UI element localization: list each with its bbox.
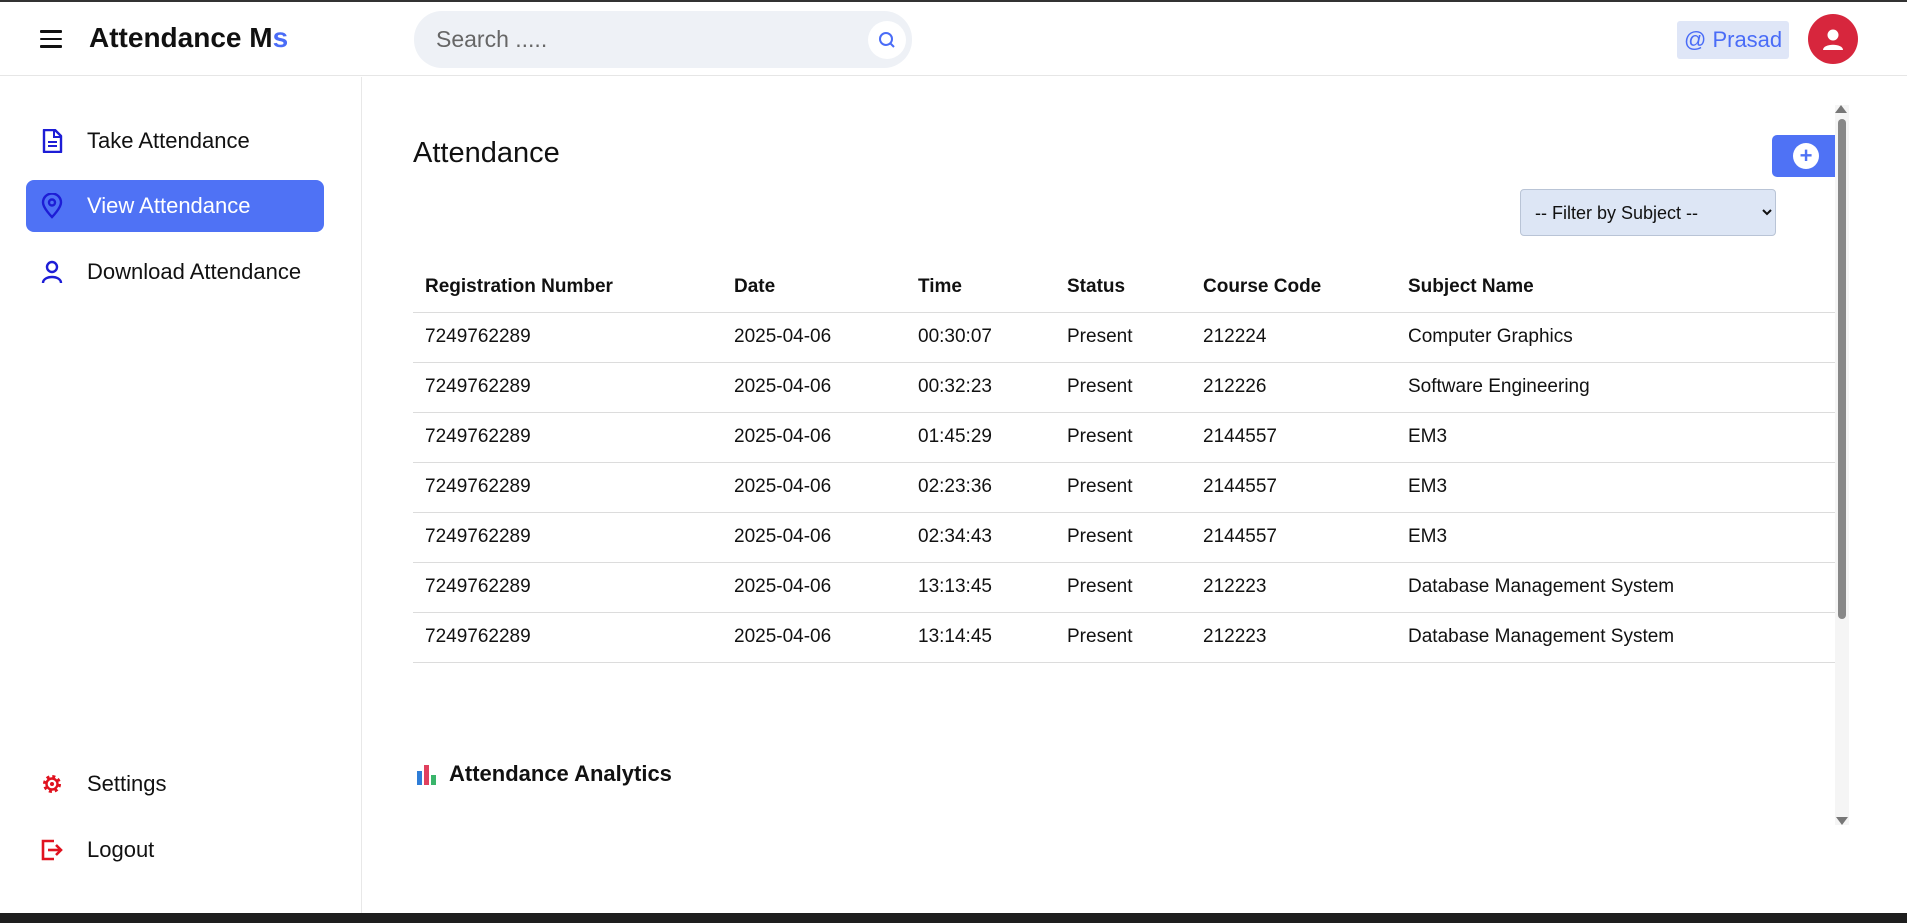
sidebar-item-download-attendance[interactable]: Download Attendance (26, 246, 324, 298)
cell-status: Present (1055, 562, 1191, 613)
cell-subject-name: EM3 (1396, 512, 1840, 563)
table-row: 7249762289 2025-04-06 00:32:23 Present 2… (413, 362, 1840, 413)
cell-subject-name: Database Management System (1396, 612, 1840, 663)
cell-subject-name: Database Management System (1396, 562, 1840, 613)
cell-status: Present (1055, 412, 1191, 463)
bar-chart-icon (417, 763, 439, 785)
sidebar-item-label: Download Attendance (87, 259, 302, 284)
cell-course-code: 2144557 (1191, 462, 1396, 513)
scroll-down-arrow-icon[interactable] (1836, 817, 1848, 825)
cell-status: Present (1055, 512, 1191, 563)
cell-date: 2025-04-06 (722, 312, 906, 363)
sidebar-item-take-attendance[interactable]: Take Attendance (26, 115, 324, 167)
sidebar: Take Attendance View Attendance Download… (0, 77, 362, 913)
plus-icon: + (1793, 143, 1819, 169)
cell-course-code: 212224 (1191, 312, 1396, 363)
sidebar-item-label: Take Attendance (87, 128, 250, 153)
subject-filter-select[interactable]: -- Filter by Subject -- (1520, 189, 1776, 236)
cell-registration-number: 7249762289 (413, 612, 722, 663)
column-header-course-code: Course Code (1191, 262, 1396, 313)
gear-icon (40, 772, 64, 796)
user-silhouette-icon (1823, 29, 1843, 50)
table-row: 7249762289 2025-04-06 02:23:36 Present 2… (413, 462, 1840, 513)
cell-time: 13:14:45 (906, 612, 1055, 663)
sidebar-item-settings[interactable]: Settings (26, 758, 324, 810)
user-avatar[interactable] (1808, 14, 1858, 64)
add-attendance-button[interactable]: + (1772, 135, 1840, 177)
cell-registration-number: 7249762289 (413, 512, 722, 563)
cell-course-code: 212223 (1191, 562, 1396, 613)
location-pin-icon (40, 193, 64, 219)
main-content: Attendance + -- Filter by Subject -- Reg… (363, 77, 1907, 913)
cell-registration-number: 7249762289 (413, 362, 722, 413)
table-row: 7249762289 2025-04-06 13:13:45 Present 2… (413, 562, 1840, 613)
document-icon (40, 129, 64, 153)
table-row: 7249762289 2025-04-06 00:30:07 Present 2… (413, 312, 1840, 363)
cell-registration-number: 7249762289 (413, 312, 722, 363)
column-header-subject-name: Subject Name (1396, 262, 1840, 313)
cell-date: 2025-04-06 (722, 462, 906, 513)
cell-time: 13:13:45 (906, 562, 1055, 613)
cell-time: 02:23:36 (906, 462, 1055, 513)
cell-course-code: 212226 (1191, 362, 1396, 413)
cell-registration-number: 7249762289 (413, 462, 722, 513)
cell-date: 2025-04-06 (722, 412, 906, 463)
username-tag[interactable]: @ Prasad (1677, 21, 1790, 59)
cell-subject-name: EM3 (1396, 462, 1840, 513)
sidebar-item-logout[interactable]: Logout (26, 824, 324, 876)
sidebar-item-label: View Attendance (87, 193, 251, 218)
vertical-scrollbar[interactable] (1835, 105, 1849, 825)
analytics-heading: Attendance Analytics (417, 761, 672, 787)
cell-registration-number: 7249762289 (413, 562, 722, 613)
analytics-title: Attendance Analytics (449, 761, 672, 786)
table-header-row: Registration Number Date Time Status Cou… (413, 262, 1840, 313)
search-bar (414, 11, 912, 68)
os-taskbar (0, 913, 1907, 923)
cell-subject-name: EM3 (1396, 412, 1840, 463)
user-icon (40, 260, 64, 284)
cell-date: 2025-04-06 (722, 612, 906, 663)
scroll-thumb[interactable] (1838, 119, 1846, 619)
cell-time: 00:32:23 (906, 362, 1055, 413)
column-header-date: Date (722, 262, 906, 313)
attendance-table: Registration Number Date Time Status Cou… (413, 262, 1840, 663)
cell-course-code: 212223 (1191, 612, 1396, 663)
cell-date: 2025-04-06 (722, 362, 906, 413)
cell-registration-number: 7249762289 (413, 412, 722, 463)
search-button[interactable] (868, 21, 906, 59)
cell-status: Present (1055, 312, 1191, 363)
scroll-up-arrow-icon[interactable] (1835, 105, 1847, 113)
cell-time: 02:34:43 (906, 512, 1055, 563)
cell-date: 2025-04-06 (722, 512, 906, 563)
cell-subject-name: Software Engineering (1396, 362, 1840, 413)
cell-course-code: 2144557 (1191, 512, 1396, 563)
top-header: Attendance Ms @ Prasad (0, 2, 1907, 76)
page-title: Attendance (413, 137, 560, 169)
column-header-time: Time (906, 262, 1055, 313)
brand-accent-text: s (272, 22, 289, 53)
cell-time: 01:45:29 (906, 412, 1055, 463)
brand-main-text: Attendance M (89, 22, 273, 53)
app-brand[interactable]: Attendance Ms (89, 22, 288, 54)
cell-date: 2025-04-06 (722, 562, 906, 613)
logout-icon (40, 838, 64, 862)
search-input[interactable] (436, 11, 836, 68)
hamburger-menu-icon[interactable] (40, 30, 62, 48)
column-header-registration-number: Registration Number (413, 262, 722, 313)
sidebar-item-label: Logout (87, 837, 155, 862)
cell-status: Present (1055, 462, 1191, 513)
sidebar-item-view-attendance[interactable]: View Attendance (26, 180, 324, 232)
search-icon (879, 32, 895, 48)
table-row: 7249762289 2025-04-06 13:14:45 Present 2… (413, 612, 1840, 663)
table-row: 7249762289 2025-04-06 02:34:43 Present 2… (413, 512, 1840, 563)
sidebar-item-label: Settings (87, 771, 167, 796)
column-header-status: Status (1055, 262, 1191, 313)
cell-time: 00:30:07 (906, 312, 1055, 363)
table-row: 7249762289 2025-04-06 01:45:29 Present 2… (413, 412, 1840, 463)
cell-status: Present (1055, 362, 1191, 413)
cell-status: Present (1055, 612, 1191, 663)
cell-course-code: 2144557 (1191, 412, 1396, 463)
cell-subject-name: Computer Graphics (1396, 312, 1840, 363)
